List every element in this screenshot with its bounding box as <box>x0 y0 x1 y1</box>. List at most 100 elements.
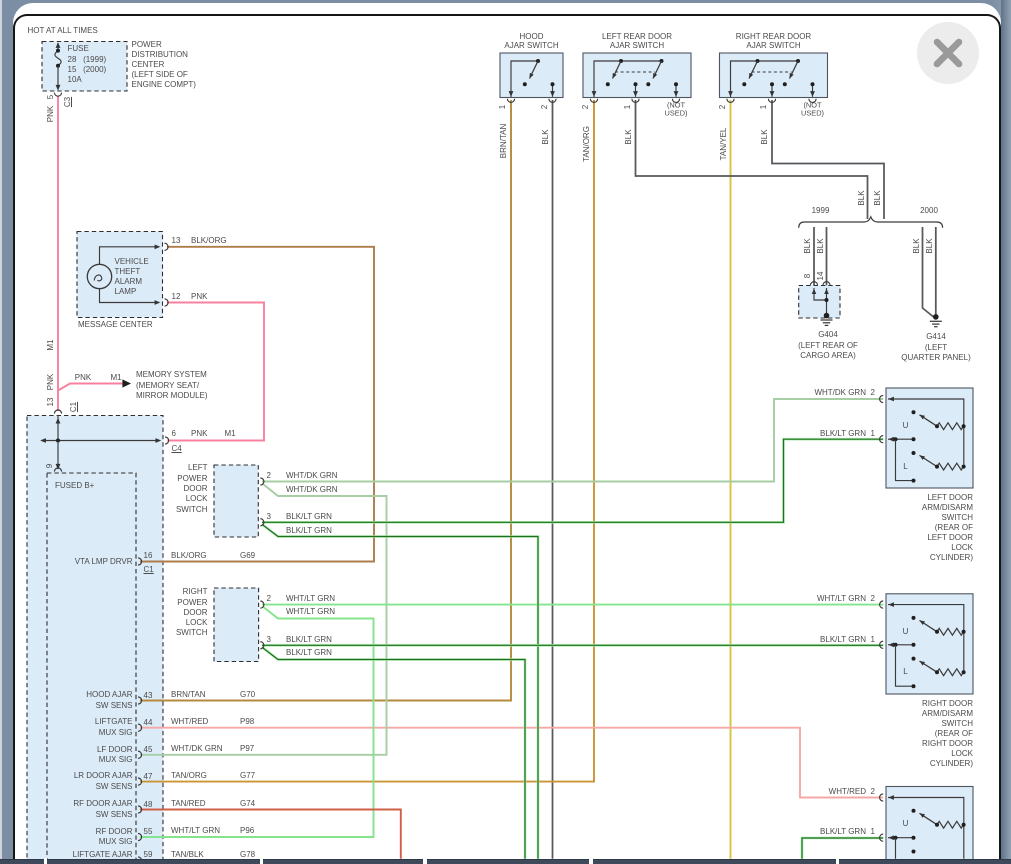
bcm-function-label: LR DOOR AJAR <box>73 771 133 781</box>
junction-dot <box>674 82 678 87</box>
pin-number: 12 <box>171 291 181 301</box>
pdc-location-line: POWER <box>131 39 162 49</box>
memory-system-line: MEMORY SYSTEM <box>136 369 207 379</box>
ajar-switch-title: AJAR SWITCH <box>609 41 665 51</box>
door-lock-switch-pins <box>260 477 265 650</box>
pin-number: 47 <box>143 771 153 781</box>
junction-dot <box>742 82 747 87</box>
band-gap <box>589 858 593 864</box>
g404-rect <box>798 284 841 319</box>
wire-label: BLK <box>760 129 769 145</box>
door-lock-switch-title: POWER <box>177 597 208 607</box>
junction-dot <box>911 451 916 455</box>
wire-label: WHT/LT GRN <box>286 607 336 617</box>
door-lock-switch-title: DOOR <box>183 607 208 617</box>
junction-dot <box>935 822 939 827</box>
door-lock-switch-title: POWER <box>177 473 208 483</box>
circuit-label: G70 <box>240 689 256 699</box>
not-used-label: USED) <box>801 107 824 117</box>
pin-number: 2 <box>870 594 875 603</box>
junction-dot <box>961 464 966 469</box>
door-lock-switch-boxes <box>213 464 260 663</box>
left-power-door-lock-switch-rect <box>213 464 259 538</box>
junction-dot <box>933 314 939 320</box>
pin-number: 8 <box>802 273 812 278</box>
close-button[interactable] <box>917 22 979 84</box>
bcm-function-label: SW SENS <box>95 700 133 710</box>
pdc-location-line: (LEFT SIDE OF <box>131 69 188 79</box>
junction-dot <box>782 82 787 87</box>
junction-dot <box>646 82 651 87</box>
arm-disarm-caption: (REAR OF <box>934 523 973 532</box>
wire-label-blk: BLK <box>815 238 825 254</box>
pdc-location-line: CENTER <box>131 59 165 69</box>
bcm-function-label: VTA LMP DRVR <box>74 556 133 566</box>
left-rear-door-ajar-switch-rect <box>582 52 692 99</box>
alarm-lamp-line: ALARM <box>114 277 143 287</box>
not-used-label: USED) <box>664 107 688 117</box>
pin-number: 2 <box>581 104 590 109</box>
junction-dot <box>961 670 966 675</box>
bcm-function-label: HOOD AJAR <box>86 690 133 700</box>
wire-label: TAN/BLK <box>171 849 204 859</box>
ground-location: (LEFT <box>924 342 948 352</box>
arm-disarm-caption: RIGHT DOOR <box>922 739 973 749</box>
wire-label: BLK/LT GRN <box>820 428 866 438</box>
u-position-label: U <box>902 626 909 636</box>
pin-number: 2 <box>870 388 875 398</box>
wire-label: BLK/LT GRN <box>286 634 332 644</box>
wire-label: WHT/LT GRN <box>286 593 336 603</box>
wire-label-blk: BLK <box>925 238 934 254</box>
wire-label: WHT/DK GRN <box>286 485 338 494</box>
wire-label: WHT/DK GRN <box>171 744 223 754</box>
pin-number: 2 <box>266 470 271 480</box>
circuit-label-m1: M1 <box>45 339 55 351</box>
ground-location: CARGO AREA) <box>800 351 856 361</box>
junction-dot <box>823 312 830 319</box>
wire-label: WHT/DK GRN <box>286 471 338 480</box>
fuse-rating: 10A <box>67 74 82 84</box>
wire-label-blk: BLK <box>872 189 882 206</box>
circuit-label: P96 <box>240 826 255 836</box>
ajar-switch-title: HOOD <box>519 31 544 41</box>
connector-c3: C3 <box>62 96 72 107</box>
bcm-function-label: RF DOOR <box>95 826 133 836</box>
pin-number: 2 <box>717 104 727 109</box>
pin-number: 2 <box>870 786 875 796</box>
alarm-lamp-line: THEFT <box>114 266 141 276</box>
g404-box <box>798 284 841 319</box>
connector-c1: C1 <box>68 401 78 412</box>
fuse-value-1999: 28 (1999) <box>67 54 107 64</box>
band-gap <box>260 858 264 864</box>
bcm-function-label: SW SENS <box>95 809 133 819</box>
junction-dot <box>935 670 939 675</box>
arm-disarm-caption: LOCK <box>951 749 973 759</box>
junction-dot <box>961 822 966 827</box>
junction-dot <box>56 48 60 53</box>
fuse-pin-number: 5 <box>46 94 55 99</box>
memory-wire-label: PNK <box>74 372 92 382</box>
junction-dot <box>633 82 638 87</box>
message-center-caption: MESSAGE CENTER <box>78 320 153 330</box>
junction-dot <box>770 82 774 87</box>
wire-label: BLK/LT GRN <box>286 525 332 535</box>
junction-dot <box>935 424 939 429</box>
pin-number: 16 <box>143 550 153 560</box>
wire-label: TAN/YEL <box>718 127 728 161</box>
wire-label: BLK/LT GRN <box>286 648 332 658</box>
memory-system-line: (MEMORY SEAT/ <box>136 380 200 390</box>
pin-number: 44 <box>143 717 153 727</box>
wire-label: PNK <box>191 291 208 301</box>
junction-dot <box>522 82 527 87</box>
year-2000: 2000 <box>920 205 938 215</box>
circuit-label: G74 <box>240 798 256 808</box>
junction-dot <box>935 629 939 634</box>
year-1999: 1999 <box>811 205 830 215</box>
connector-c1: C1 <box>143 565 154 574</box>
wire-label: TAN/ORG <box>171 771 207 780</box>
ground-name-g404: G404 <box>818 330 838 340</box>
pin-number: 13 <box>171 235 181 245</box>
arm-disarm-caption: LEFT DOOR <box>927 492 973 502</box>
memory-system-line: MIRROR MODULE) <box>136 391 208 401</box>
arm-disarm-caption: RIGHT DOOR <box>922 698 973 708</box>
